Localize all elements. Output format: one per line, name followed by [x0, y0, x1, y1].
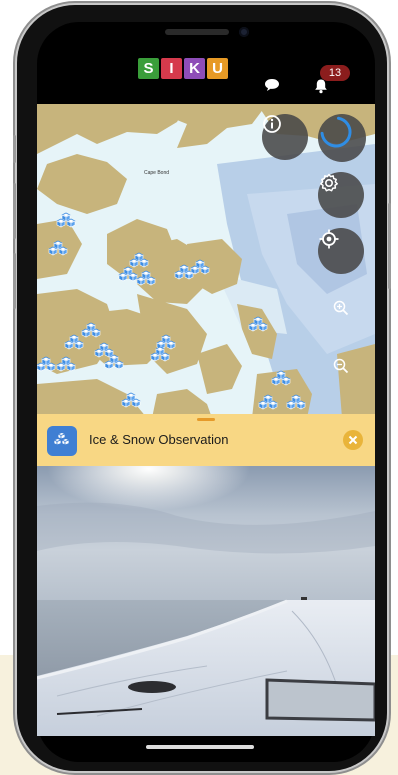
- ice-blocks-icon[interactable]: [190, 259, 210, 275]
- ice-blocks-icon[interactable]: [121, 392, 141, 408]
- ice-blocks-icon[interactable]: [56, 356, 76, 372]
- power-button: [388, 203, 391, 289]
- logo-letter-k: K: [184, 58, 205, 79]
- observation-card[interactable]: Ice & Snow Observation: [37, 414, 375, 466]
- logo-letter-s: S: [138, 58, 159, 79]
- ice-blocks-icon[interactable]: [48, 240, 68, 256]
- bell-icon[interactable]: [313, 78, 329, 99]
- close-icon: [348, 435, 358, 445]
- locate-button[interactable]: [318, 228, 364, 274]
- zoom-out-icon: [333, 358, 349, 374]
- close-button[interactable]: [343, 430, 363, 450]
- ice-blocks-icon[interactable]: [104, 354, 124, 370]
- settings-button[interactable]: [318, 172, 364, 218]
- ice-blocks-icon[interactable]: [64, 334, 84, 350]
- ice-blocks-icon[interactable]: [118, 266, 138, 282]
- logo-letter-u: U: [207, 58, 228, 79]
- volume-up-button: [13, 183, 16, 239]
- ice-blocks-icon[interactable]: [174, 264, 194, 280]
- map-place-label: Cape Bond: [144, 170, 170, 176]
- crosshair-icon: [319, 229, 339, 249]
- drag-handle[interactable]: [197, 418, 215, 421]
- siku-logo[interactable]: S I K U: [138, 58, 228, 79]
- mute-switch: [13, 135, 16, 163]
- chat-bubble-icon[interactable]: [264, 78, 280, 97]
- ice-blocks-icon[interactable]: [150, 346, 170, 362]
- home-indicator[interactable]: [146, 745, 254, 749]
- landscape-photo: [37, 466, 375, 736]
- ice-blocks-icon[interactable]: [129, 252, 149, 268]
- card-title: Ice & Snow Observation: [89, 432, 229, 447]
- ice-blocks-icon: [47, 426, 77, 456]
- spinner-icon: [320, 116, 352, 148]
- ice-blocks-icon[interactable]: [37, 356, 56, 372]
- ice-blocks-icon[interactable]: [94, 342, 114, 358]
- speaker-grille: [165, 29, 229, 35]
- observation-photo[interactable]: [37, 466, 375, 736]
- front-camera: [239, 27, 249, 37]
- ice-blocks-icon[interactable]: [271, 370, 291, 386]
- loading-button[interactable]: [318, 114, 366, 162]
- ice-blocks-icon[interactable]: [286, 394, 306, 410]
- ice-blocks-icon[interactable]: [136, 270, 156, 286]
- volume-down-button: [13, 253, 16, 309]
- info-icon: [263, 115, 281, 133]
- ice-blocks-icon[interactable]: [258, 394, 278, 410]
- ice-blocks-icon[interactable]: [56, 212, 76, 228]
- ice-blocks-icon[interactable]: [248, 316, 268, 332]
- zoom-in-icon: [333, 300, 349, 316]
- ice-blocks-icon[interactable]: [81, 322, 101, 338]
- map-view[interactable]: Cape Bond: [37, 104, 375, 418]
- notification-badge: 13: [320, 65, 350, 81]
- info-button[interactable]: [262, 114, 308, 160]
- gear-icon: [320, 173, 338, 192]
- logo-letter-i: I: [161, 58, 182, 79]
